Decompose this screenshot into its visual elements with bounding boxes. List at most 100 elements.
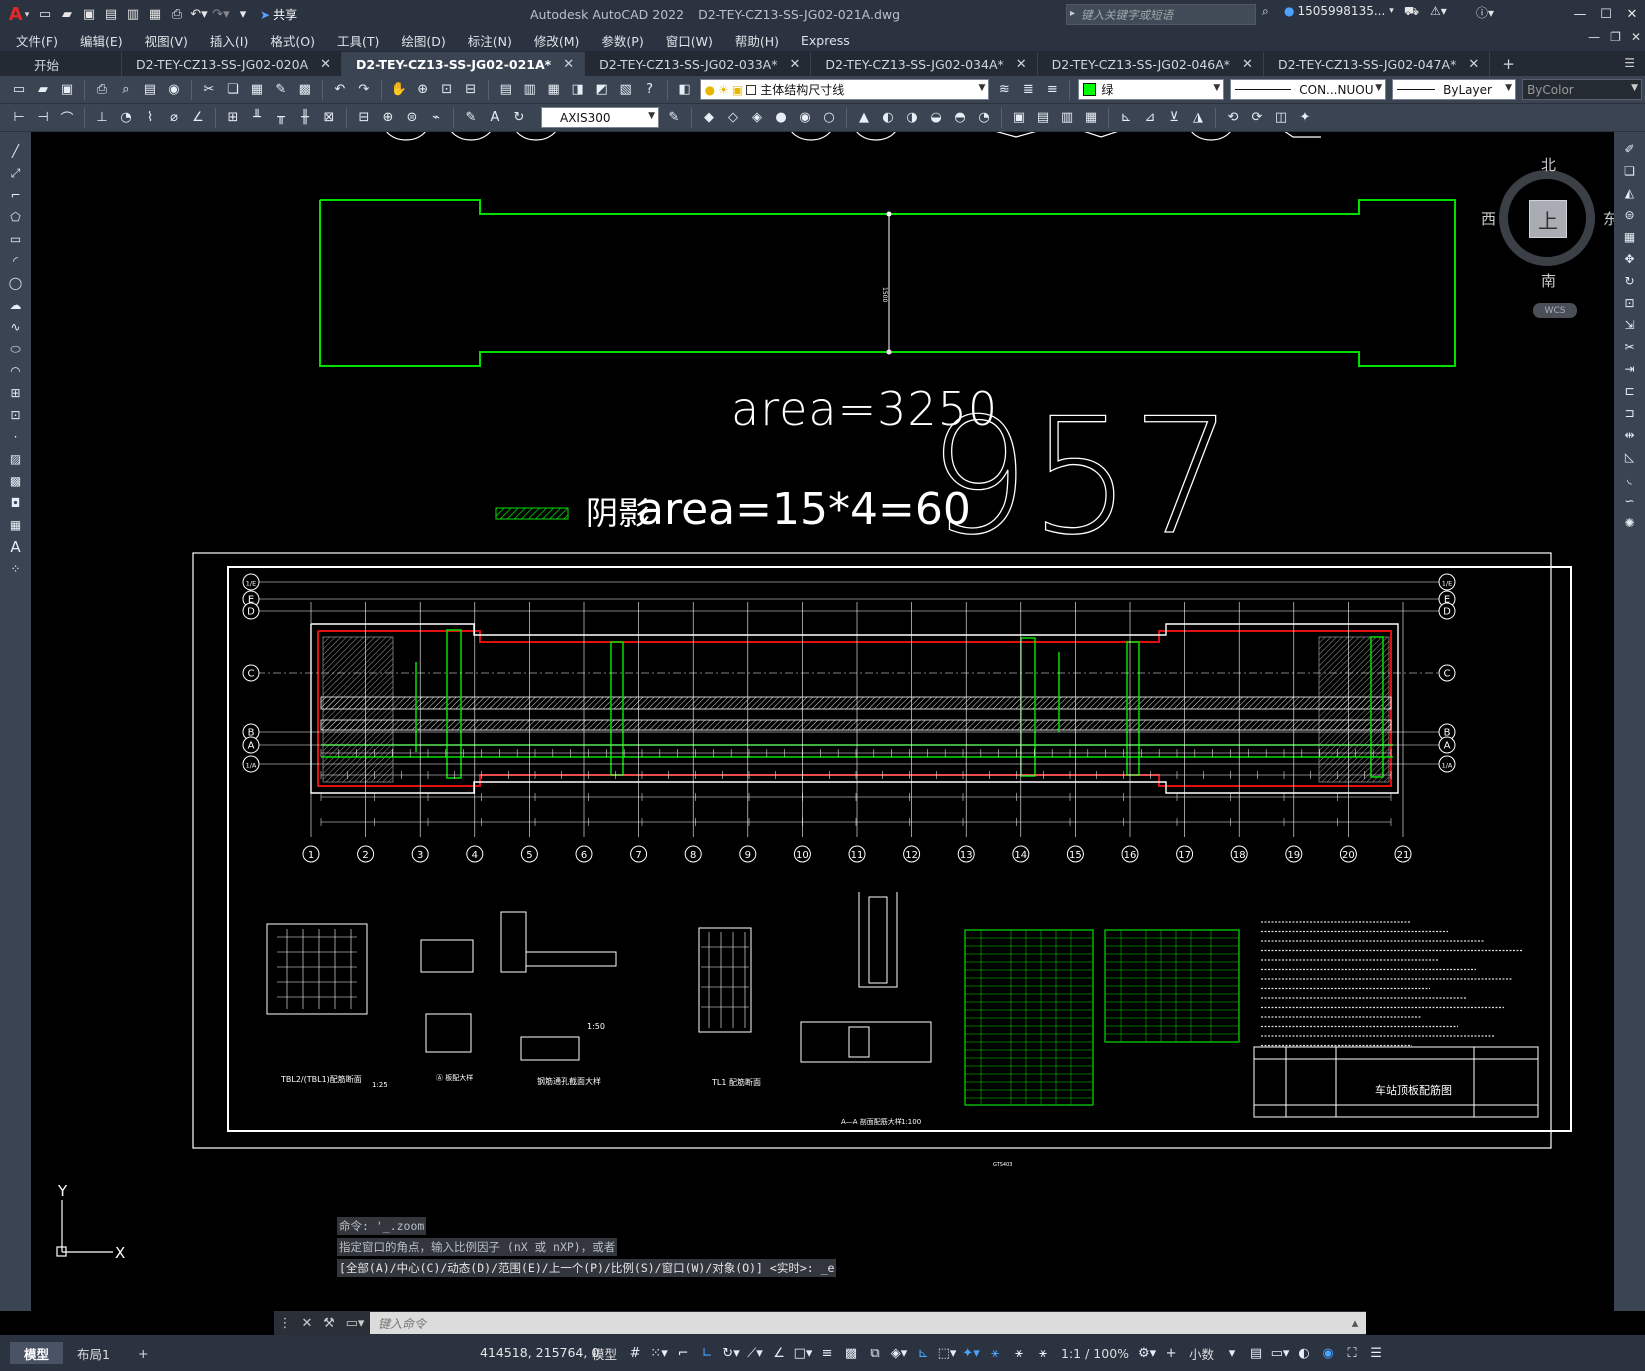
menu-draw[interactable]: 绘图(D): [401, 31, 445, 50]
selection-filter-icon[interactable]: ⬚▾: [936, 1343, 958, 1363]
share-button[interactable]: ➤ 共享: [260, 6, 297, 23]
undo-icon[interactable]: ↶: [329, 80, 351, 100]
3d-osnap-icon[interactable]: ◈▾: [888, 1343, 910, 1363]
quick-properties-icon[interactable]: ▾: [1221, 1343, 1243, 1363]
array-icon[interactable]: ▦: [1619, 227, 1641, 247]
stretch-icon[interactable]: ⇲: [1619, 315, 1641, 335]
help-icon[interactable]: ⓘ▾: [1476, 4, 1494, 21]
plot-icon[interactable]: ⎙: [91, 80, 113, 100]
customize-command-icon[interactable]: ⚒: [318, 1316, 340, 1331]
account-menu[interactable]: ● 1505998135... ▾: [1284, 4, 1394, 18]
menu-help[interactable]: 帮助(H): [735, 31, 779, 50]
compass-north[interactable]: 北: [1541, 154, 1556, 175]
light-icon[interactable]: ✦: [1294, 108, 1316, 128]
render-icon[interactable]: ◉: [163, 80, 185, 100]
doc-close-icon[interactable]: ✕: [1631, 30, 1641, 44]
plotstyle-dropdown[interactable]: ByColor ▼: [1522, 79, 1642, 100]
copy-object-icon[interactable]: ❏: [1619, 161, 1641, 181]
properties-icon[interactable]: ▤: [495, 80, 517, 100]
layer-state-icon[interactable]: ≡: [1041, 80, 1063, 100]
web-open-icon[interactable]: ▥: [122, 4, 144, 26]
fillet-icon[interactable]: ◟: [1619, 469, 1641, 489]
save-as-icon[interactable]: ▤: [100, 4, 122, 26]
polygon-icon[interactable]: ⬠: [5, 207, 27, 227]
join-icon[interactable]: ⇹: [1619, 425, 1641, 445]
torus-icon[interactable]: ○: [818, 108, 840, 128]
tab-document[interactable]: D2-TEY-CZ13-SS-JG02-046A* ✕: [1038, 52, 1264, 76]
wedge-icon[interactable]: ◇: [722, 108, 744, 128]
ucs-face-icon[interactable]: ◮: [1187, 108, 1209, 128]
help-search-input[interactable]: ▸ 键入关键字或短语: [1066, 4, 1256, 25]
orbit-icon[interactable]: ⟲: [1222, 108, 1244, 128]
sweep-icon[interactable]: ◑: [901, 108, 923, 128]
hardware-acceleration-icon[interactable]: ▭▾: [1269, 1343, 1291, 1363]
tab-start[interactable]: 开始: [0, 52, 123, 76]
ellipse-icon[interactable]: ⬭: [5, 339, 27, 359]
dim-continue-icon[interactable]: ╥: [270, 108, 292, 128]
view-iso-icon[interactable]: ▦: [1080, 108, 1102, 128]
isolate-objects-icon[interactable]: ◐: [1293, 1343, 1315, 1363]
close-tab-icon[interactable]: ✕: [320, 57, 331, 72]
revision-cloud-icon[interactable]: ☁: [5, 295, 27, 315]
union-icon[interactable]: ◓: [949, 108, 971, 128]
polyline-icon[interactable]: ⌐: [5, 185, 27, 205]
offset-icon[interactable]: ⊜: [1619, 205, 1641, 225]
doc-restore-icon[interactable]: ❐: [1610, 30, 1621, 44]
compass-south[interactable]: 南: [1541, 270, 1556, 291]
subtract-icon[interactable]: ◔: [973, 108, 995, 128]
clean-screen-icon[interactable]: ⛶: [1341, 1343, 1363, 1363]
point-icon[interactable]: ·: [5, 427, 27, 447]
tool-palettes-icon[interactable]: ▦: [543, 80, 565, 100]
layer-properties-icon[interactable]: ◧: [674, 80, 696, 100]
extrude-icon[interactable]: ▲: [853, 108, 875, 128]
spline-icon[interactable]: ∿: [5, 317, 27, 337]
drag-handle-icon[interactable]: ⋮: [274, 1316, 296, 1331]
doc-minimize-icon[interactable]: —: [1588, 30, 1600, 44]
recent-commands-icon[interactable]: ▭▾: [340, 1316, 370, 1331]
color-dropdown[interactable]: 绿 ▼: [1078, 79, 1225, 100]
trim-icon[interactable]: ✂: [1619, 337, 1641, 357]
quickcalc-icon[interactable]: ▧: [615, 80, 637, 100]
save-icon[interactable]: ▣: [78, 4, 100, 26]
markup-icon[interactable]: ◩: [591, 80, 613, 100]
print-icon[interactable]: ⎙: [166, 4, 188, 26]
new-file-icon[interactable]: ▭: [34, 4, 56, 26]
tab-document[interactable]: D2-TEY-CZ13-SS-JG02-020A ✕: [122, 52, 343, 76]
customization-icon[interactable]: ☰: [1365, 1343, 1387, 1363]
ucs-world-icon[interactable]: ⊿: [1139, 108, 1161, 128]
redo-icon[interactable]: ↷: [353, 80, 375, 100]
copy-icon[interactable]: ❏: [222, 80, 244, 100]
rotate-icon[interactable]: ↻: [1619, 271, 1641, 291]
line-icon[interactable]: ╱: [5, 141, 27, 161]
scale-icon[interactable]: ⊡: [1619, 293, 1641, 313]
annotation-scale[interactable]: 1:1 / 100%: [1061, 1346, 1129, 1361]
loft-icon[interactable]: ◒: [925, 108, 947, 128]
inspection-icon[interactable]: ⊜: [401, 108, 423, 128]
menu-window[interactable]: 窗口(W): [666, 31, 713, 50]
erase-icon[interactable]: ✐: [1619, 139, 1641, 159]
web-save-icon[interactable]: ▦: [144, 4, 166, 26]
circle-icon[interactable]: ◯: [5, 273, 27, 293]
cut-icon[interactable]: ✂: [198, 80, 220, 100]
linetype-dropdown[interactable]: CON...NUOU ▼: [1230, 79, 1387, 100]
viewcube[interactable]: 上 北 南 东 西 WCS: [1461, 152, 1614, 318]
cylinder-icon[interactable]: ◉: [794, 108, 816, 128]
search-icon[interactable]: ⌕: [1262, 4, 1269, 19]
autodesk-app-icon[interactable]: ⚠▾: [1430, 4, 1447, 18]
open-icon[interactable]: ▰: [32, 80, 54, 100]
ucs-icon[interactable]: ⊾: [1115, 108, 1137, 128]
break-icon[interactable]: ⊐: [1619, 403, 1641, 423]
zoom-previous-icon[interactable]: ⊟: [460, 80, 482, 100]
menu-dimension[interactable]: 标注(N): [468, 31, 512, 50]
command-expand-icon[interactable]: ▴: [1344, 1312, 1366, 1334]
zoom-realtime-icon[interactable]: ⊕: [412, 80, 434, 100]
dim-angular-icon[interactable]: ∠: [187, 108, 209, 128]
close-tab-icon[interactable]: ✕: [563, 57, 574, 72]
gizmo-icon[interactable]: ✦▾: [960, 1343, 982, 1363]
dynamic-ucs-icon[interactable]: ⊾: [912, 1343, 934, 1363]
block-editor-icon[interactable]: ▩: [294, 80, 316, 100]
break-at-point-icon[interactable]: ⊏: [1619, 381, 1641, 401]
workspace-icon[interactable]: ⚙▾: [1136, 1343, 1158, 1363]
zoom-window-icon[interactable]: ⊡: [436, 80, 458, 100]
command-input[interactable]: 键入命令: [370, 1312, 1344, 1334]
